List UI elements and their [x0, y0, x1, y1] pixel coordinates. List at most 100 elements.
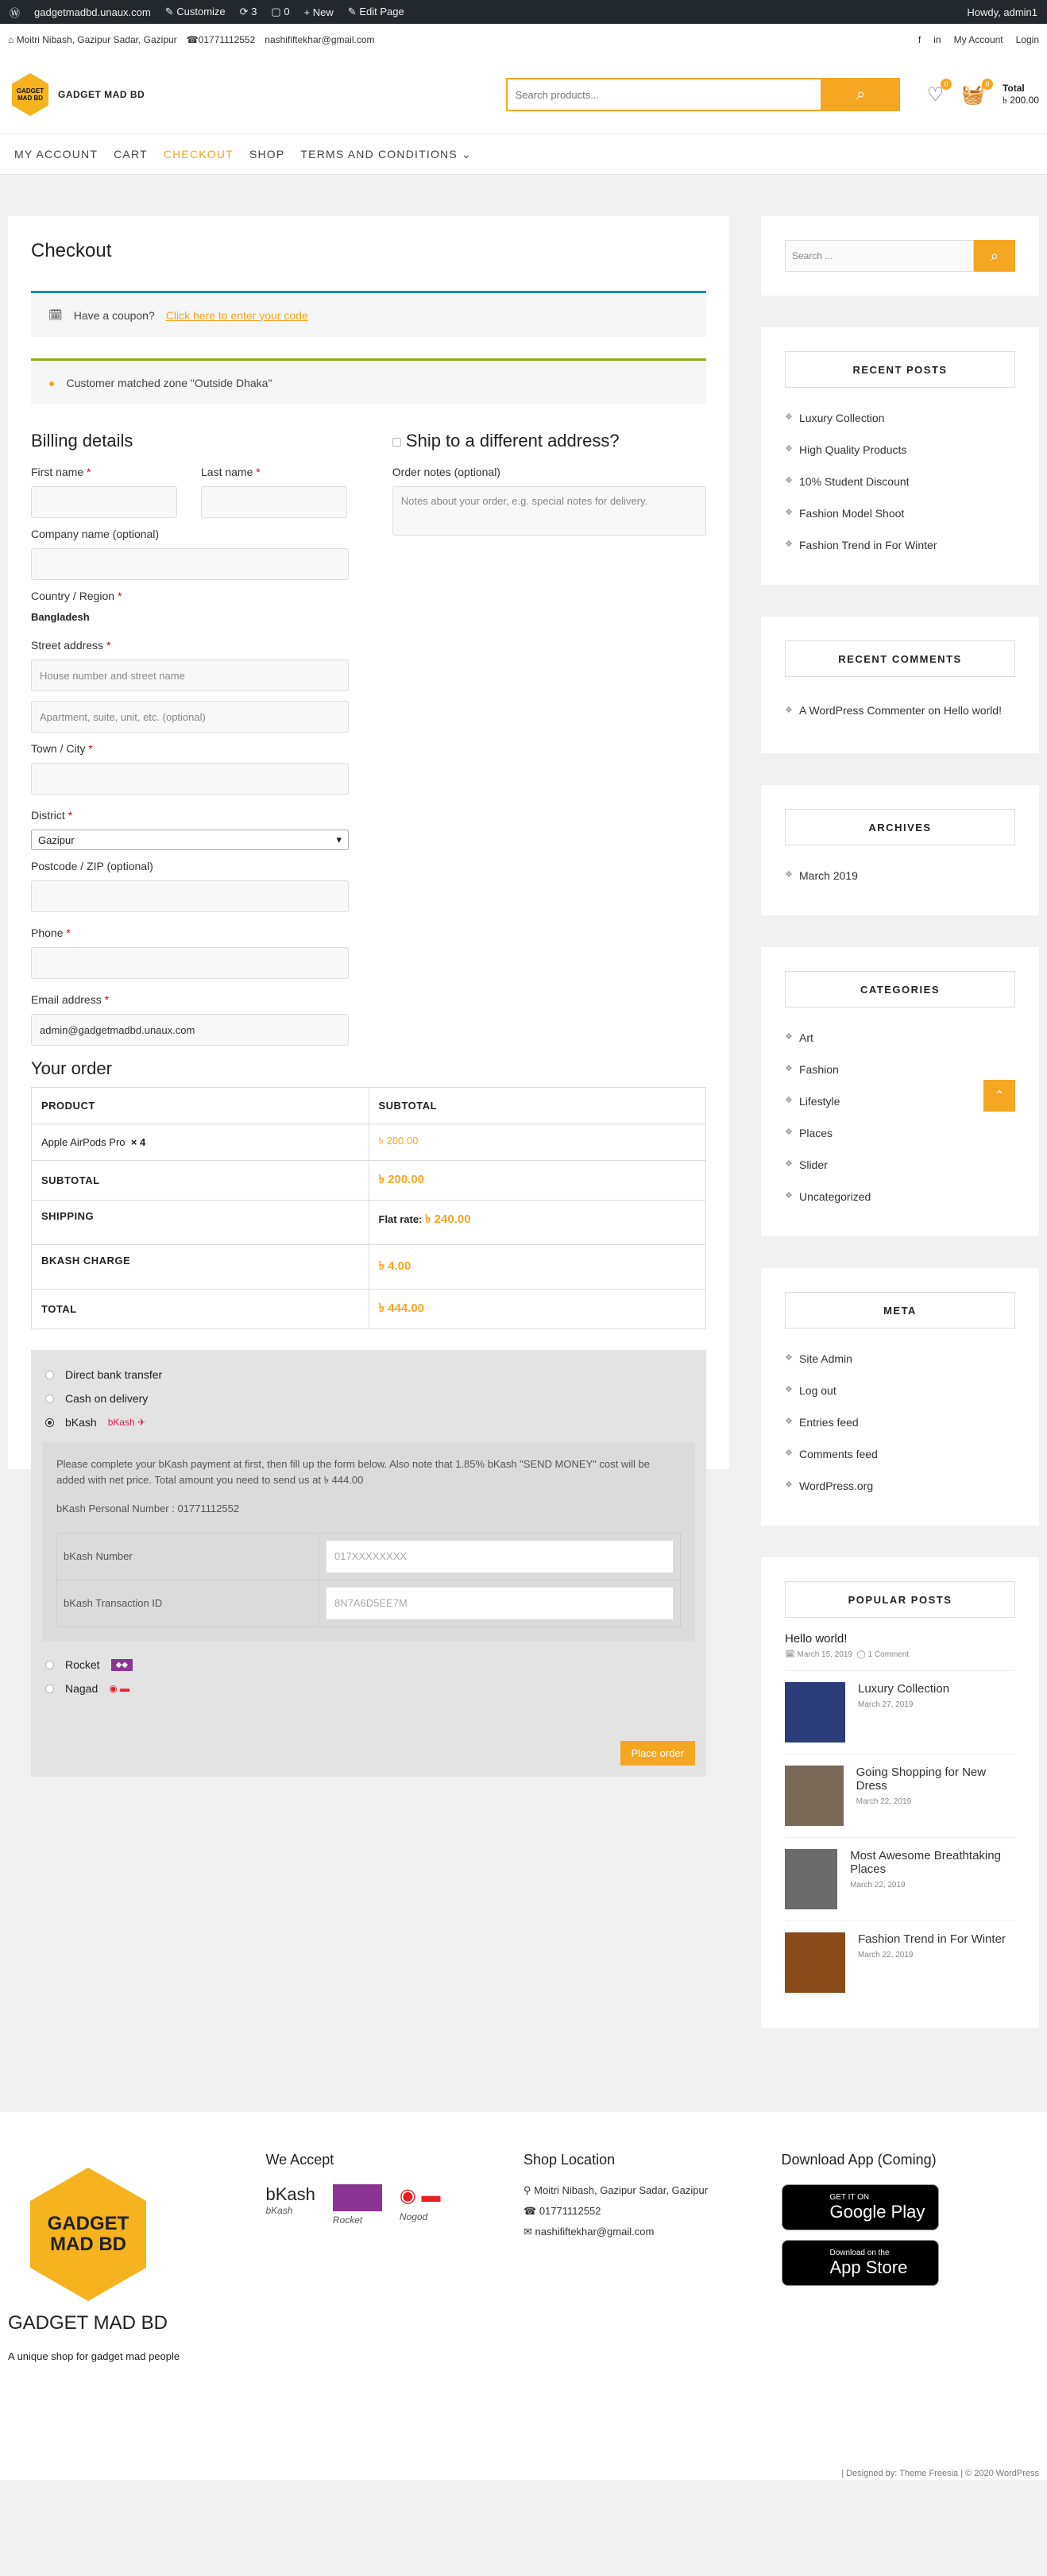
comments-link[interactable]: ▢ 0 — [271, 6, 289, 18]
list-item[interactable]: Entries feed — [785, 1406, 1015, 1438]
customize-link[interactable]: ✎ Customize — [165, 6, 226, 18]
list-item[interactable]: Fashion — [785, 1054, 1015, 1085]
payment-bkash[interactable]: bKash bKash ✈ — [31, 1410, 706, 1434]
bkash-number-field[interactable]: 017XXXXXXXX — [326, 1540, 674, 1573]
list-item[interactable]: High Quality Products — [785, 434, 1015, 466]
login-link[interactable]: Login — [1016, 34, 1039, 45]
phone-field[interactable] — [31, 947, 349, 979]
list-item[interactable]: Fashion Trend in For Winter — [785, 529, 1015, 561]
radio-rocket[interactable] — [45, 1660, 54, 1669]
total-value: ৳ 444.00 — [368, 1289, 706, 1329]
email-text: nashififtekhar@gmail.com — [265, 34, 375, 45]
sidebar-search-input[interactable]: Search ... — [785, 240, 974, 272]
apartment-field[interactable]: Apartment, suite, unit, etc. (optional) — [31, 701, 349, 733]
shipping-value: ৳ 240.00 — [425, 1213, 471, 1226]
list-item[interactable]: Site Admin — [785, 1343, 1015, 1375]
facebook-icon[interactable]: f — [918, 34, 921, 45]
popular-post[interactable]: Going Shopping for New Dress March 22, 20… — [785, 1754, 1015, 1838]
search-button[interactable]: ⌕ — [821, 78, 900, 111]
company-field[interactable] — [31, 548, 349, 580]
bkash-tx-label: bKash Transaction ID — [56, 1580, 319, 1627]
new-link[interactable]: + New — [304, 6, 334, 18]
nav-cart[interactable]: CART — [114, 148, 148, 161]
email-field[interactable]: admin@gadgetmadbd.unaux.com — [31, 1014, 349, 1046]
location-address: ⚲ Moitri Nibash, Gazipur Sadar, Gazipur — [524, 2184, 709, 2196]
postcode-field[interactable] — [31, 880, 349, 912]
order-notes-field[interactable]: Notes about your order, e.g. special not… — [392, 486, 706, 536]
nav-my-account[interactable]: MY ACCOUNT — [14, 148, 98, 161]
bkash-charge-value: ৳ 4.00 — [368, 1244, 706, 1290]
cart-total[interactable]: Total ৳ 200.00 — [1003, 83, 1039, 106]
street-field[interactable]: House number and street name — [31, 659, 349, 691]
updates-link[interactable]: ⟳ 3 — [240, 6, 257, 18]
popular-post[interactable]: Luxury Collection March 27, 2019 — [785, 1671, 1015, 1754]
list-item[interactable]: Luxury Collection — [785, 402, 1015, 434]
search-input[interactable] — [505, 78, 822, 111]
wishlist-icon[interactable]: ♡ 0 — [927, 78, 952, 106]
district-select[interactable]: Gazipur ▾ — [31, 830, 349, 850]
nav-terms[interactable]: TERMS AND CONDITIONS ⌄ — [300, 148, 471, 161]
list-item[interactable]: 10% Student Discount — [785, 466, 1015, 497]
town-label: Town / City * — [31, 742, 93, 755]
post-thumbnail — [785, 1849, 838, 1909]
last-name-field[interactable] — [201, 486, 347, 518]
google-play-button[interactable]: GET IT ON Google Play — [781, 2184, 939, 2230]
radio-bank[interactable] — [45, 1370, 54, 1379]
bkash-tx-field[interactable]: 8N7A6D5EE7M — [326, 1587, 674, 1620]
table-row: SUBTOTAL ৳ 200.00 — [31, 1160, 706, 1201]
list-item[interactable]: Comments feed — [785, 1438, 1015, 1470]
radio-nagad[interactable] — [45, 1684, 54, 1693]
site-logo[interactable]: GADGET MAD BD GADGET MAD BD — [12, 73, 145, 116]
logo-image: GADGET MAD BD — [12, 73, 48, 116]
popular-post[interactable]: Fashion Trend in For Winter March 22, 201… — [785, 1921, 1015, 2004]
list-item[interactable]: WordPress.org — [785, 1470, 1015, 1502]
scroll-top-button[interactable]: ⌃ — [983, 1080, 1015, 1112]
list-item[interactable]: Log out — [785, 1375, 1015, 1406]
coupon-notice: 🗓 Have a coupon? Click here to enter you… — [31, 291, 706, 337]
payment-rocket[interactable]: Rocket ◆◆ — [31, 1653, 706, 1677]
list-item[interactable]: March 2019 — [785, 860, 1015, 892]
wishlist-count: 0 — [941, 78, 952, 90]
ship-checkbox[interactable] — [392, 438, 401, 447]
product-cell: Apple AirPods Pro × 4 — [31, 1124, 369, 1161]
first-name-field[interactable] — [31, 486, 177, 518]
payment-cod[interactable]: Cash on delivery — [31, 1387, 706, 1410]
wordpress-icon[interactable]: Ⓦ — [10, 5, 20, 20]
list-item[interactable]: Slider — [785, 1149, 1015, 1181]
radio-bkash[interactable] — [45, 1418, 54, 1427]
list-item: A WordPress Commenter on Hello world! — [785, 691, 1015, 729]
edit-page-link[interactable]: ✎ Edit Page — [348, 6, 404, 18]
popular-post[interactable]: Most Awesome Breathtaking Places March 22… — [785, 1838, 1015, 1921]
address-text: ⌂ Moitri Nibash, Gazipur Sadar, Gazipur — [8, 34, 177, 45]
payment-nagad[interactable]: Nagad ◉ ▬ — [31, 1677, 706, 1700]
coupon-link[interactable]: Click here to enter your code — [166, 309, 308, 322]
bkash-note: Please complete your bKash payment at fi… — [56, 1458, 650, 1486]
nav-checkout[interactable]: CHECKOUT — [164, 148, 234, 161]
cart-icon[interactable]: 🧺 0 — [961, 78, 993, 106]
popular-posts-widget: POPULAR POSTS Hello world! 🗓 March 15, 2… — [761, 1557, 1039, 2028]
accept-title: We Accept — [265, 2152, 334, 2168]
list-item[interactable]: Art — [785, 1022, 1015, 1054]
comment-post-link[interactable]: Hello world! — [944, 704, 1002, 717]
list-item[interactable]: Uncategorized — [785, 1181, 1015, 1213]
ship-different-toggle[interactable]: Ship to a different address? — [392, 431, 706, 451]
linkedin-icon[interactable]: in — [933, 34, 941, 45]
radio-cod[interactable] — [45, 1394, 54, 1403]
sidebar-search-button[interactable]: ⌕ — [974, 240, 1015, 272]
comment-author-link[interactable]: A WordPress Commenter — [799, 704, 925, 717]
list-item[interactable]: Fashion Model Shoot — [785, 497, 1015, 529]
howdy-link[interactable]: Howdy, admin1 — [967, 6, 1037, 18]
list-item[interactable]: Places — [785, 1117, 1015, 1149]
place-order-button[interactable]: Place order — [620, 1741, 695, 1766]
popular-post-title[interactable]: Hello world! — [785, 1632, 1015, 1646]
payment-bank[interactable]: Direct bank transfer — [31, 1363, 706, 1387]
app-store-button[interactable]: Download on the App Store — [781, 2240, 939, 2286]
widget-title: META — [785, 1292, 1015, 1329]
town-field[interactable] — [31, 763, 349, 795]
nav-shop[interactable]: SHOP — [249, 148, 284, 161]
my-account-link[interactable]: My Account — [954, 34, 1003, 45]
list-item[interactable]: Lifestyle — [785, 1085, 1015, 1117]
order-table: PRODUCT SUBTOTAL Apple AirPods Pro × 4 ৳ 2… — [31, 1087, 706, 1329]
admin-site-link[interactable]: gadgetmadbd.unaux.com — [34, 6, 151, 18]
cart-count: 0 — [981, 78, 993, 90]
